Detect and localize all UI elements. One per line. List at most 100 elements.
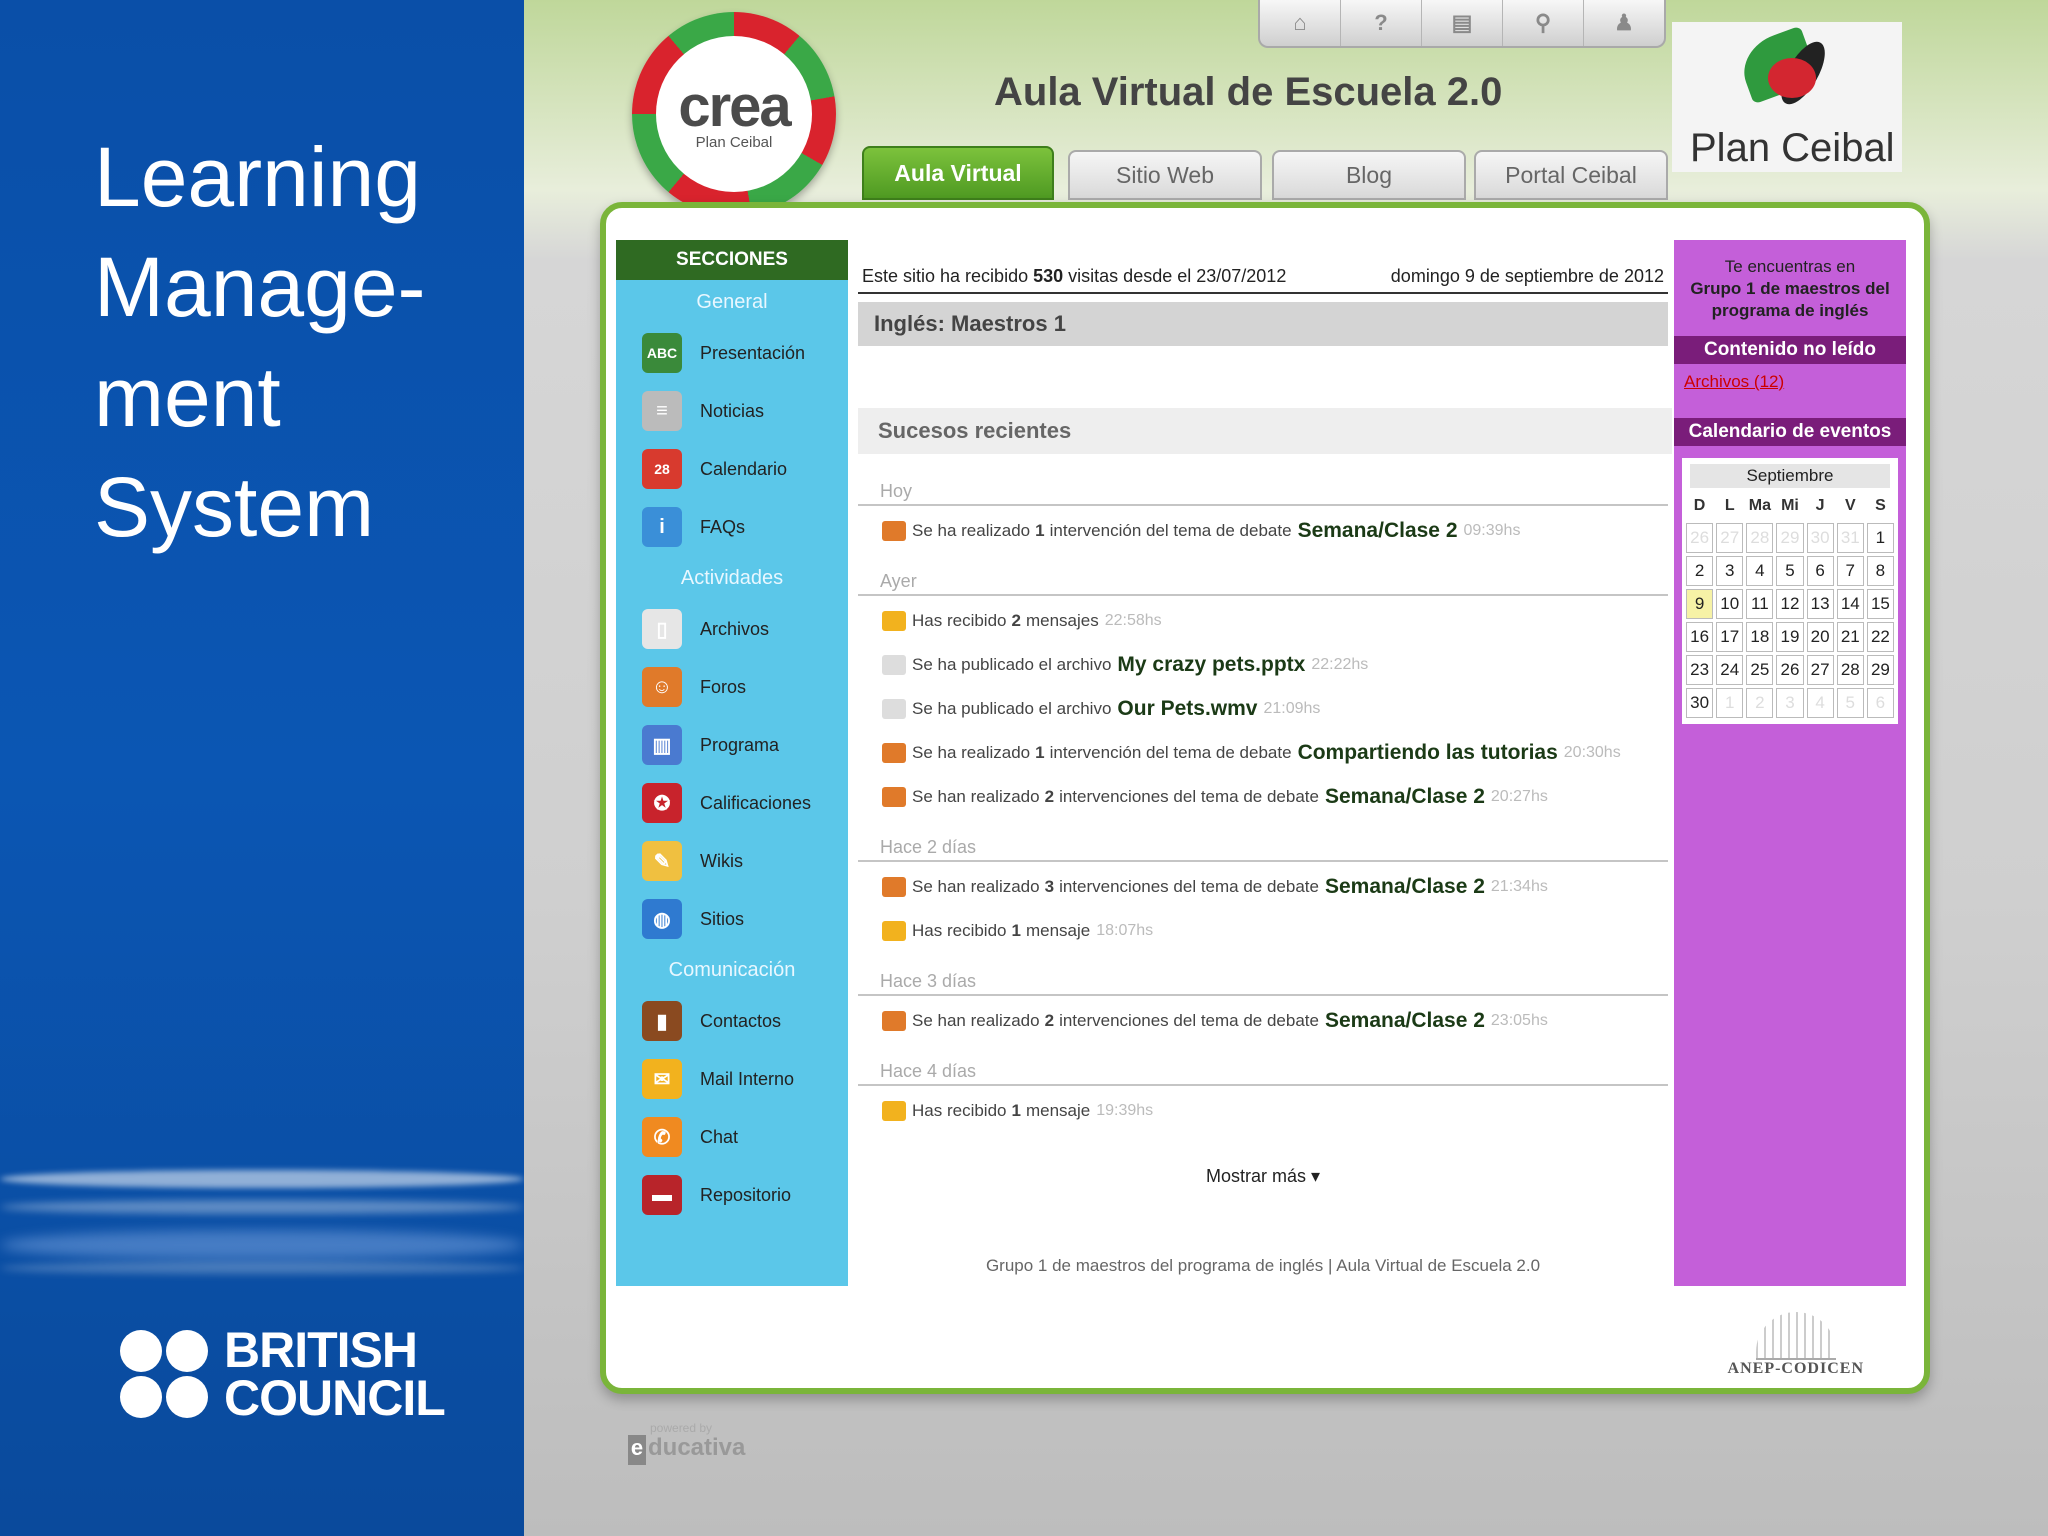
calendar-day[interactable]: 27: [1716, 523, 1744, 553]
calendar-day[interactable]: 11: [1746, 589, 1774, 619]
books-icon: ▥: [642, 725, 682, 765]
sidebar-item-calendario[interactable]: 28 Calendario: [616, 440, 848, 498]
event-link[interactable]: Semana/Clase 2: [1325, 1009, 1485, 1033]
tab-blog[interactable]: Blog: [1272, 150, 1466, 200]
address-book-icon: ▮: [642, 1001, 682, 1041]
calendar-day[interactable]: 2: [1746, 688, 1774, 718]
crea-logo[interactable]: crea Plan Ceibal: [632, 12, 836, 216]
tab-portal-ceibal[interactable]: Portal Ceibal: [1474, 150, 1668, 200]
event-time: 22:58hs: [1104, 612, 1162, 629]
event-item: Has recibido 1 mensaje 18:07hs: [882, 916, 1153, 946]
sidebar-item-wikis[interactable]: ✎ Wikis: [616, 832, 848, 890]
calendar-day[interactable]: 24: [1716, 655, 1744, 685]
sidebar-item-chat[interactable]: ✆ Chat: [616, 1108, 848, 1166]
info-icon: i: [642, 507, 682, 547]
recent-events-heading: Sucesos recientes: [858, 408, 1672, 454]
file-icon: [882, 699, 906, 719]
calendar-day[interactable]: 26: [1776, 655, 1804, 685]
calendar-day[interactable]: 7: [1836, 556, 1864, 586]
calendar-day[interactable]: 18: [1746, 622, 1774, 652]
sidebar-item-presentacion[interactable]: ABC Presentación: [616, 324, 848, 382]
sidebar-item-repositorio[interactable]: ▬ Repositorio: [616, 1166, 848, 1224]
calendar-day[interactable]: 3: [1776, 688, 1804, 718]
search-button[interactable]: ⚲: [1503, 0, 1584, 46]
unread-files-link[interactable]: Archivos (12): [1674, 364, 1906, 400]
event-link[interactable]: Compartiendo las tutorias: [1298, 741, 1558, 765]
briefcase-button[interactable]: ▤: [1422, 0, 1503, 46]
tab-sitio-web[interactable]: Sitio Web: [1068, 150, 1262, 200]
footer-text: Grupo 1 de maestros del programa de ingl…: [985, 1256, 1541, 1275]
sidebar-item-label: Presentación: [700, 342, 806, 363]
calendar-day[interactable]: 4: [1806, 688, 1834, 718]
calendar-day[interactable]: 28: [1836, 655, 1864, 685]
calendar-day[interactable]: 6: [1866, 688, 1894, 718]
calendar-day[interactable]: 16: [1686, 622, 1714, 652]
calendar-day[interactable]: 13: [1806, 589, 1834, 619]
plan-ceibal-logo[interactable]: Plan Ceibal: [1672, 22, 1902, 172]
calendar-day[interactable]: 1: [1866, 523, 1894, 553]
sidebar-item-foros[interactable]: ☺ Foros: [616, 658, 848, 716]
sidebar-item-mail-interno[interactable]: ✉ Mail Interno: [616, 1050, 848, 1108]
calendar-day[interactable]: 1: [1716, 688, 1744, 718]
event-link[interactable]: My crazy pets.pptx: [1117, 653, 1305, 677]
british-council-text: COUNCIL: [224, 1370, 446, 1426]
event-link[interactable]: Our Pets.wmv: [1117, 697, 1257, 721]
event-item: Has recibido 1 mensaje 19:39hs: [882, 1096, 1153, 1126]
calendar-day[interactable]: 5: [1776, 556, 1804, 586]
calendar-day[interactable]: 29: [1776, 523, 1804, 553]
calendar-day[interactable]: 20: [1806, 622, 1834, 652]
educativa-logo[interactable]: powered by e ducativa: [628, 1422, 745, 1465]
calendar-day[interactable]: 30: [1806, 523, 1834, 553]
calendar-day[interactable]: 17: [1716, 622, 1744, 652]
calendar-day[interactable]: 21: [1836, 622, 1864, 652]
calendar-day[interactable]: 5: [1836, 688, 1864, 718]
calendar-day[interactable]: 15: [1866, 589, 1894, 619]
decorative-wave: [0, 1170, 524, 1188]
slide-panel: Learning Manage- ment System BRITISH COU…: [0, 0, 524, 1536]
sidebar-item-faqs[interactable]: i FAQs: [616, 498, 848, 556]
sidebar-item-calificaciones[interactable]: ✪ Calificaciones: [616, 774, 848, 832]
tab-aula-virtual[interactable]: Aula Virtual: [862, 146, 1054, 200]
calendar-day[interactable]: 2: [1686, 556, 1714, 586]
file-icon: [882, 655, 906, 675]
calendar-day[interactable]: 31: [1836, 523, 1864, 553]
calendar-day[interactable]: 10: [1716, 589, 1744, 619]
calendar-day[interactable]: 26: [1686, 523, 1714, 553]
calendar-day[interactable]: 9: [1686, 589, 1714, 619]
tab-label: Portal Ceibal: [1505, 161, 1637, 188]
event-link[interactable]: Semana/Clase 2: [1325, 785, 1485, 809]
event-text: Has recibido: [912, 1101, 1007, 1120]
calendar-day[interactable]: 25: [1746, 655, 1774, 685]
calendar-day[interactable]: 29: [1866, 655, 1894, 685]
event-link[interactable]: Semana/Clase 2: [1298, 519, 1458, 543]
help-button[interactable]: ?: [1341, 0, 1422, 46]
visits-prefix: Este sitio ha recibido: [862, 266, 1029, 286]
location-info: Te encuentras en Grupo 1 de maestros del…: [1674, 240, 1906, 322]
show-more-button[interactable]: Mostrar más ▾: [858, 1166, 1668, 1187]
calendar-day[interactable]: 22: [1866, 622, 1894, 652]
visits-suffix: visitas desde el 23/07/2012: [1068, 266, 1287, 286]
sidebar-item-sitios[interactable]: ◍ Sitios: [616, 890, 848, 948]
calendar-day[interactable]: 4: [1746, 556, 1774, 586]
event-link[interactable]: Semana/Clase 2: [1325, 875, 1485, 899]
calendar-day[interactable]: 28: [1746, 523, 1774, 553]
home-button[interactable]: ⌂: [1260, 0, 1341, 46]
calendar-day[interactable]: 14: [1836, 589, 1864, 619]
calendar-day[interactable]: 27: [1806, 655, 1834, 685]
calendar-day[interactable]: 3: [1716, 556, 1744, 586]
sidebar-item-noticias[interactable]: ≡ Noticias: [616, 382, 848, 440]
user-icon: ♟: [1614, 10, 1634, 35]
calendar-day[interactable]: 30: [1686, 688, 1714, 718]
sidebar-item-contactos[interactable]: ▮ Contactos: [616, 992, 848, 1050]
calendar-day[interactable]: 19: [1776, 622, 1804, 652]
user-button[interactable]: ♟: [1584, 0, 1664, 46]
calendar-day[interactable]: 6: [1806, 556, 1834, 586]
calendar-day[interactable]: 12: [1776, 589, 1804, 619]
calendar-day[interactable]: 8: [1866, 556, 1894, 586]
sidebar-item-programa[interactable]: ▥ Programa: [616, 716, 848, 774]
calendar-day[interactable]: 23: [1686, 655, 1714, 685]
sidebar-item-label: Wikis: [700, 850, 743, 871]
sidebar-item-archivos[interactable]: ▯ Archivos: [616, 600, 848, 658]
sidebar-title: SECCIONES: [616, 240, 848, 280]
event-text: intervenciones del tema de debate: [1059, 1011, 1319, 1030]
